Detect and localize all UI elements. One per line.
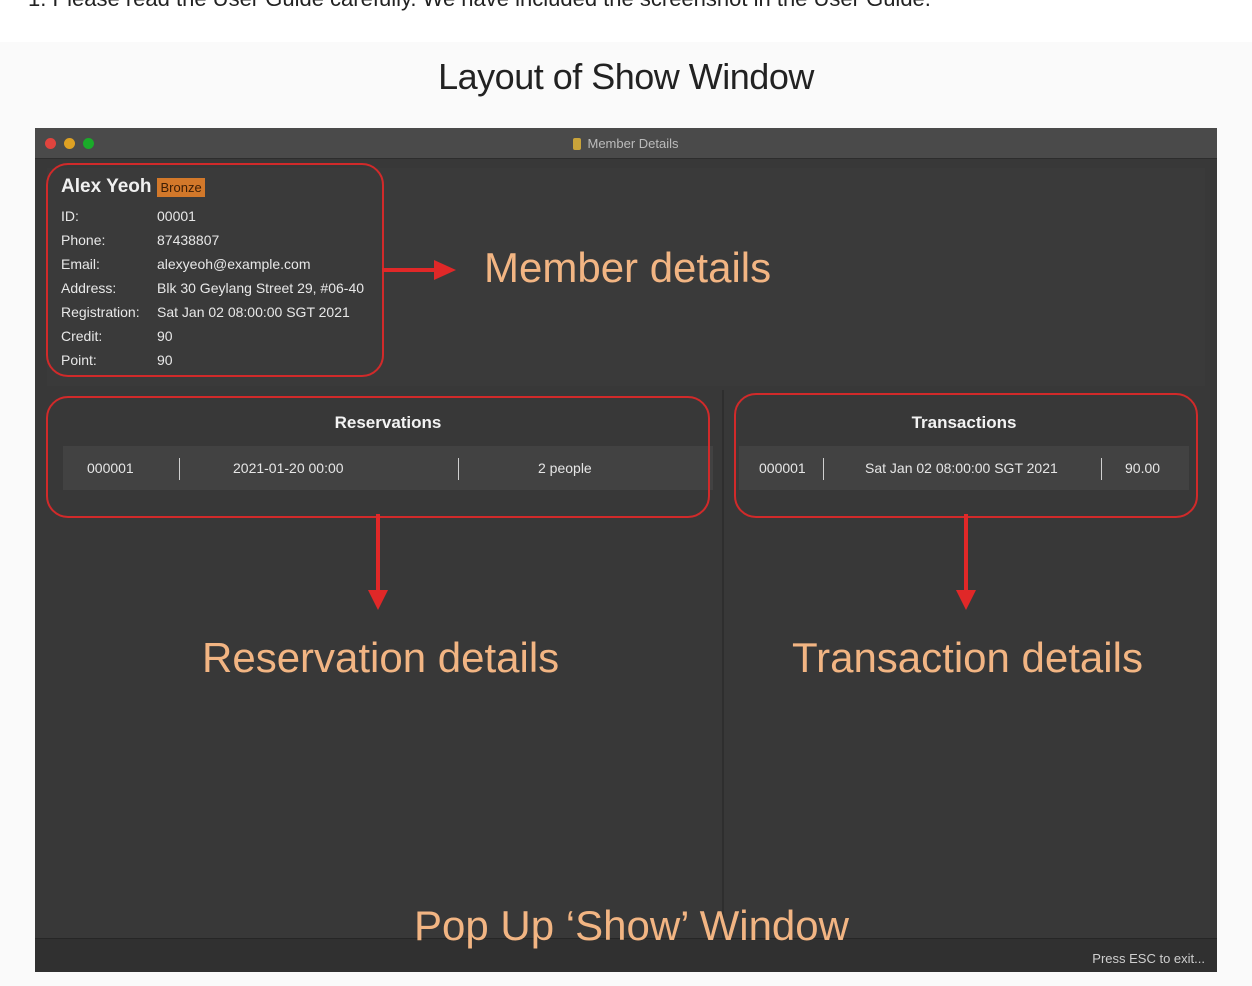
transactions-callout bbox=[734, 393, 1198, 518]
arrow-right-icon bbox=[434, 260, 456, 280]
slide-title: Layout of Show Window bbox=[438, 56, 814, 97]
window-titlebar: Member Details bbox=[35, 128, 1217, 159]
transaction-details-annotation: Transaction details bbox=[792, 634, 1143, 681]
arrow-line bbox=[376, 514, 380, 594]
status-text: Press ESC to exit... bbox=[1092, 951, 1205, 966]
reservation-details-annotation: Reservation details bbox=[202, 634, 560, 681]
arrow-down-icon bbox=[956, 590, 976, 610]
window-title: Member Details bbox=[35, 135, 1217, 151]
arrow-down-icon bbox=[368, 590, 388, 610]
popup-window-annotation: Pop Up ‘Show’ Window bbox=[414, 902, 849, 949]
panel-divider[interactable] bbox=[722, 390, 724, 938]
member-details-annotation: Member details bbox=[484, 244, 772, 291]
window-title-label: Member Details bbox=[587, 136, 679, 152]
reservations-callout bbox=[46, 396, 710, 518]
app-icon bbox=[573, 137, 582, 150]
arrow-line bbox=[964, 514, 968, 594]
member-details-callout bbox=[46, 163, 384, 377]
page-header-text: 1. Please read the User Guide carefully.… bbox=[28, 0, 931, 12]
arrow-line bbox=[382, 268, 438, 272]
